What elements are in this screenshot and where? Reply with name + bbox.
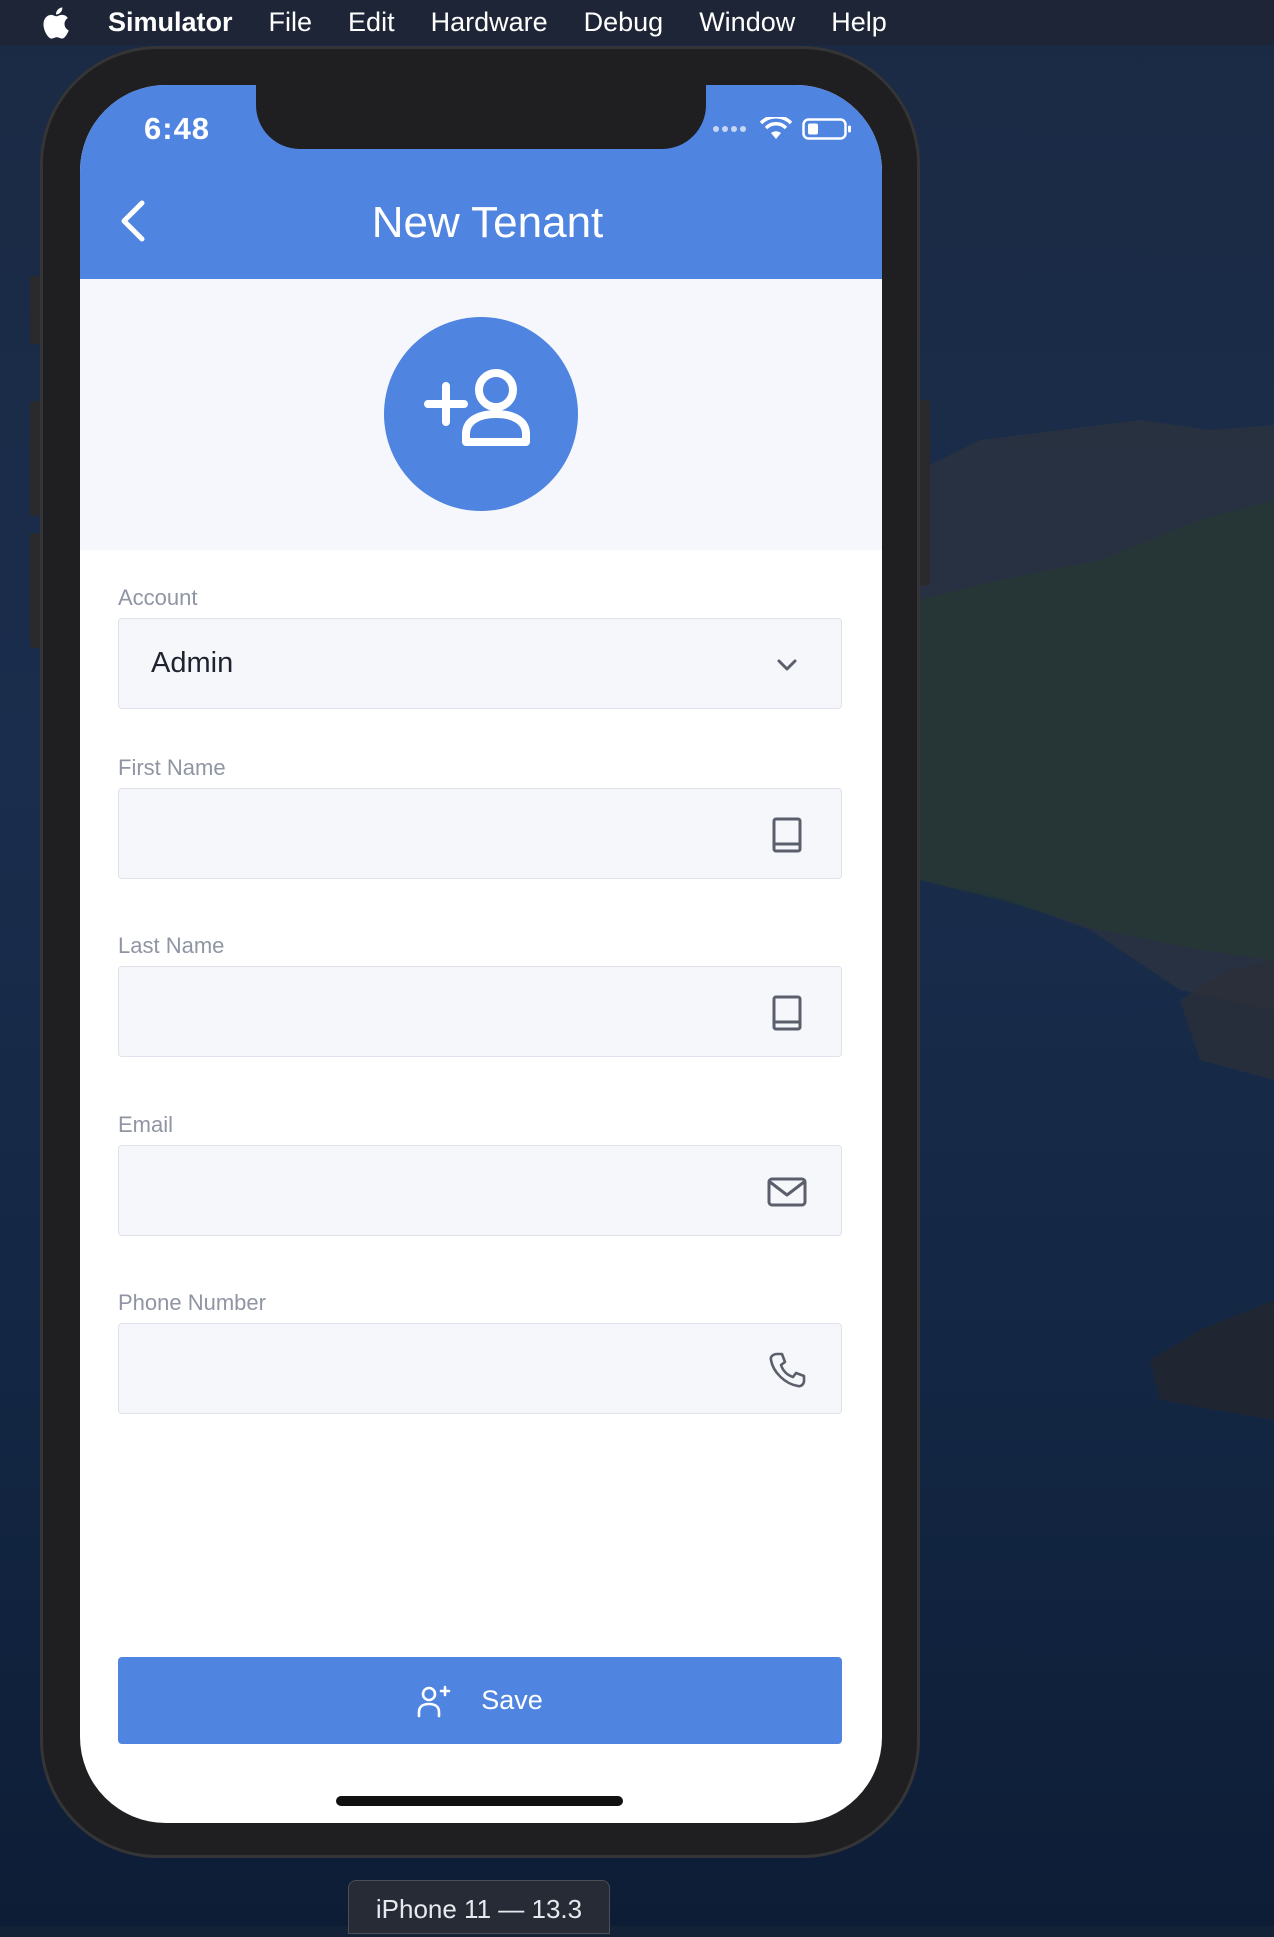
phone-label: Phone Number — [118, 1290, 266, 1315]
device-power-button — [920, 400, 930, 586]
battery-icon — [802, 118, 851, 140]
status-indicators — [712, 117, 852, 141]
book-icon — [772, 995, 802, 1031]
first-name-label: First Name — [118, 755, 226, 780]
app-screen: 6:48 New Tenant Account Admin First Name… — [80, 85, 882, 1823]
menu-app-name[interactable]: Simulator — [108, 0, 233, 45]
last-name-label: Last Name — [118, 933, 225, 958]
mail-icon — [767, 1177, 807, 1207]
phone-icon — [769, 1352, 806, 1388]
status-time: 6:48 — [144, 111, 211, 146]
page-title: New Tenant — [371, 198, 604, 247]
device-volume-up — [30, 401, 40, 516]
menu-debug[interactable]: Debug — [584, 0, 664, 45]
save-button[interactable]: Save — [118, 1657, 842, 1744]
chevron-down-icon — [777, 659, 797, 671]
apple-menu-icon[interactable] — [40, 6, 70, 39]
device-silent-switch — [30, 276, 40, 344]
account-value: Admin — [151, 647, 234, 679]
add-user-icon — [417, 1685, 451, 1717]
account-select[interactable]: Admin — [118, 618, 842, 709]
nav-header: 6:48 New Tenant — [80, 85, 882, 279]
menu-help[interactable]: Help — [831, 0, 887, 45]
menu-window[interactable]: Window — [699, 0, 795, 45]
last-name-field[interactable] — [118, 966, 842, 1057]
avatar-section — [80, 279, 882, 550]
signal-icon — [713, 126, 746, 132]
email-label: Email — [118, 1112, 174, 1137]
book-icon — [772, 817, 802, 853]
phone-field[interactable] — [118, 1323, 842, 1414]
device-notch — [256, 85, 706, 149]
avatar-add-user-button[interactable] — [384, 317, 578, 511]
menu-edit[interactable]: Edit — [348, 0, 395, 45]
mac-menu-bar: Simulator File Edit Hardware Debug Windo… — [0, 0, 1274, 45]
device-volume-down — [30, 533, 40, 648]
account-label: Account — [118, 585, 198, 610]
save-button-label: Save — [481, 1685, 543, 1715]
home-indicator[interactable] — [336, 1796, 623, 1806]
wifi-icon — [760, 117, 792, 139]
add-user-icon — [424, 369, 530, 446]
menu-file[interactable]: File — [269, 0, 313, 45]
menu-hardware[interactable]: Hardware — [431, 0, 548, 45]
first-name-field[interactable] — [118, 788, 842, 879]
email-field[interactable] — [118, 1145, 842, 1236]
